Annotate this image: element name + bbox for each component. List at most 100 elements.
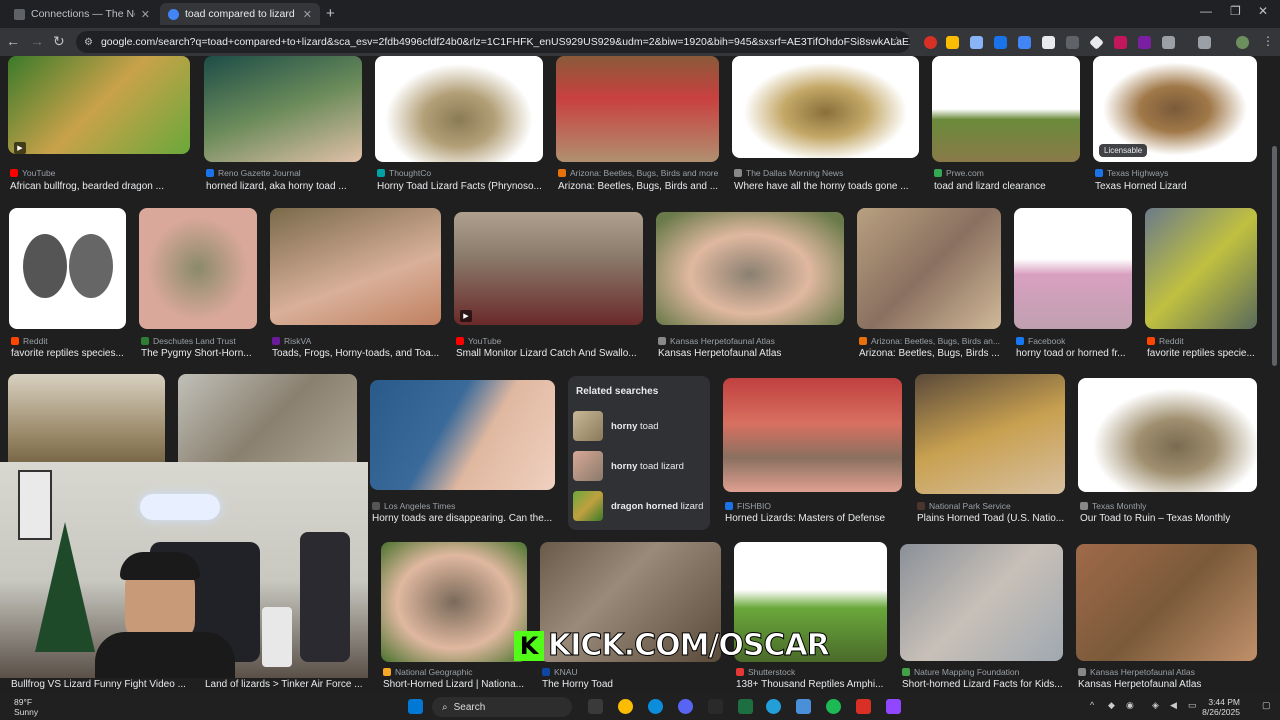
result-title[interactable]: Plains Horned Toad (U.S. Natio... — [917, 513, 1065, 524]
spotify-icon[interactable] — [826, 699, 841, 714]
extension-icon[interactable] — [1042, 36, 1055, 49]
result-source[interactable]: FISHBIO — [725, 501, 771, 511]
result-source[interactable]: The Dallas Morning News — [734, 168, 843, 178]
result-title[interactable]: Short-Horned Lizard | Nationa... — [383, 679, 529, 690]
back-icon[interactable]: ← — [6, 33, 20, 49]
extension-icon[interactable] — [946, 36, 959, 49]
result-source[interactable]: Facebook — [1016, 336, 1065, 346]
result-source[interactable]: Prwe.com — [934, 168, 984, 178]
windows-start-icon[interactable] — [408, 699, 423, 714]
result-source[interactable]: Deschutes Land Trust — [141, 336, 236, 346]
result-image[interactable] — [656, 212, 844, 325]
result-image[interactable] — [732, 56, 919, 158]
result-image[interactable] — [857, 208, 1001, 329]
tray-icon[interactable]: ◆ — [1108, 700, 1115, 711]
window-close-icon[interactable]: ✕ — [1258, 4, 1268, 18]
chrome-icon[interactable] — [618, 699, 633, 714]
page-scrollbar[interactable] — [1272, 146, 1277, 366]
result-source[interactable]: Texas Monthly — [1080, 501, 1146, 511]
result-source[interactable]: Kansas Herpetofaunal Atlas — [1078, 667, 1195, 677]
related-search-item[interactable]: horny toad — [573, 410, 705, 442]
site-info-icon[interactable]: ⚙ — [84, 37, 93, 48]
result-source[interactable]: RiskVA — [272, 336, 311, 346]
result-source[interactable]: ThoughtCo — [377, 168, 431, 178]
app-icon[interactable] — [886, 699, 901, 714]
result-source[interactable]: Texas Highways — [1095, 168, 1168, 178]
result-image[interactable] — [8, 374, 165, 474]
reload-icon[interactable]: ↻ — [53, 33, 65, 50]
related-search-item[interactable]: dragon horned lizard — [573, 490, 705, 522]
telegram-icon[interactable] — [766, 699, 781, 714]
result-image[interactable] — [370, 380, 555, 490]
result-source[interactable]: Reno Gazette Journal — [206, 168, 301, 178]
result-title[interactable]: The Horny Toad — [542, 679, 722, 690]
maximize-icon[interactable]: ❐ — [1230, 4, 1241, 18]
result-title[interactable]: The Pygmy Short-Horn... — [141, 348, 257, 359]
result-title[interactable]: Arizona: Beetles, Bugs, Birds ... — [859, 348, 1001, 359]
tray-icon[interactable]: ◉ — [1126, 700, 1134, 711]
result-source[interactable]: Nature Mapping Foundation — [902, 667, 1019, 677]
result-title[interactable]: Texas Horned Lizard — [1095, 181, 1257, 192]
result-source[interactable]: Arizona: Beetles, Bugs, Birds and more — [558, 168, 718, 178]
result-source[interactable]: Reddit — [1147, 336, 1184, 346]
weather-widget[interactable]: 89°F Sunny — [14, 697, 38, 717]
result-title[interactable]: 138+ Thousand Reptiles Amphi... — [736, 679, 886, 690]
result-source[interactable]: National Park Service — [917, 501, 1011, 511]
taskbar-search[interactable]: ⌕ Search — [432, 697, 572, 717]
edge-icon[interactable] — [648, 699, 663, 714]
tab-google-search[interactable]: toad compared to lizard - Goo ✕ — [160, 3, 320, 25]
extension-icon[interactable] — [924, 36, 937, 49]
app-icon[interactable] — [856, 699, 871, 714]
tab-connections[interactable]: Connections — The New York T ✕ — [6, 3, 158, 25]
address-bar[interactable]: ⚙ google.com/search?q=toad+compared+to+l… — [76, 31, 910, 53]
new-tab-icon[interactable]: + — [326, 5, 335, 22]
result-image[interactable] — [900, 544, 1063, 661]
result-title[interactable]: African bullfrog, bearded dragon ... — [10, 181, 190, 192]
taskbar-clock[interactable]: 3:44 PM 8/26/2025 — [1202, 697, 1240, 717]
result-title[interactable]: favorite reptiles specie... — [1147, 348, 1257, 359]
result-source[interactable]: National Geographic — [383, 667, 473, 677]
menu-dots-icon[interactable]: ⋮ — [1262, 34, 1274, 48]
profile-avatar[interactable] — [1236, 36, 1249, 49]
extension-icon[interactable] — [1066, 36, 1079, 49]
result-title[interactable]: horny toad or horned fr... — [1016, 348, 1132, 359]
result-image[interactable] — [1014, 208, 1132, 329]
extension-icon[interactable] — [970, 36, 983, 49]
result-source[interactable]: Kansas Herpetofaunal Atlas — [658, 336, 775, 346]
extension-icon[interactable] — [1138, 36, 1151, 49]
result-title[interactable]: Arizona: Beetles, Bugs, Birds and ... — [558, 181, 718, 192]
result-source[interactable]: Arizona: Beetles, Bugs, Birds an... — [859, 336, 1000, 346]
result-source[interactable]: YouTube — [10, 168, 55, 178]
notepad-icon[interactable] — [796, 699, 811, 714]
result-source[interactable]: Reddit — [11, 336, 48, 346]
bookmark-star-icon[interactable]: ☆ — [891, 34, 902, 48]
result-title[interactable]: Bullfrog VS Lizard Funny Fight Video ... — [11, 679, 191, 690]
result-image[interactable] — [1076, 544, 1257, 661]
result-image[interactable] — [556, 56, 719, 162]
result-image[interactable] — [723, 378, 902, 492]
battery-icon[interactable]: ▭ — [1188, 700, 1197, 711]
tray-chevron-icon[interactable]: ^ — [1090, 700, 1094, 710]
side-panel-icon[interactable] — [1198, 36, 1211, 49]
network-icon[interactable]: ◈ — [1152, 700, 1159, 711]
result-title[interactable]: Land of lizards > Tinker Air Force ... — [205, 679, 365, 690]
result-title[interactable]: Small Monitor Lizard Catch And Swallo... — [456, 348, 642, 359]
result-title[interactable]: Kansas Herpetofaunal Atlas — [658, 348, 844, 359]
result-image[interactable] — [454, 212, 643, 325]
puzzle-extensions-icon[interactable] — [1162, 36, 1175, 49]
result-source[interactable]: Los Angeles Times — [372, 501, 455, 511]
discord-icon[interactable] — [678, 699, 693, 714]
result-image[interactable] — [9, 208, 126, 329]
result-source[interactable]: Shutterstock — [736, 667, 795, 677]
result-image[interactable] — [178, 374, 357, 474]
result-title[interactable]: Where have all the horny toads gone ... — [734, 181, 919, 192]
forward-icon[interactable]: → — [30, 33, 44, 49]
result-title[interactable]: Short-horned Lizard Facts for Kids... — [902, 679, 1064, 690]
minimize-icon[interactable]: — — [1200, 4, 1212, 18]
result-source[interactable]: YouTube — [456, 336, 501, 346]
tab-close-icon[interactable]: ✕ — [141, 8, 150, 21]
extension-icon[interactable] — [1114, 36, 1127, 49]
result-title[interactable]: horned lizard, aka horny toad ... — [206, 181, 362, 192]
notifications-icon[interactable]: ▢ — [1262, 700, 1271, 711]
result-image[interactable] — [915, 374, 1065, 494]
